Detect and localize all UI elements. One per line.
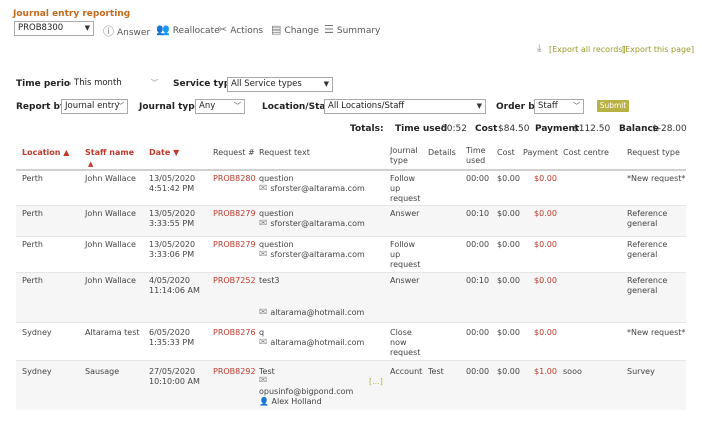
people-icon: 👥 bbox=[156, 23, 170, 36]
envelope-icon: ✉ bbox=[259, 218, 268, 229]
table-row[interactable]: Perth John Wallace 4/05/2020 11:14:06 AM… bbox=[16, 273, 686, 323]
email-link[interactable]: ✉ altarama@hotmail.com bbox=[259, 338, 364, 348]
download-icon: ⤓ bbox=[537, 43, 542, 54]
col-request-text[interactable]: Request text bbox=[259, 148, 310, 158]
col-staff-name[interactable]: Staff name bbox=[85, 148, 134, 158]
location-staff-label: Location/Staff bbox=[262, 102, 333, 112]
envelope-icon: ✉ bbox=[259, 183, 268, 194]
request-link[interactable]: PROB8280 bbox=[213, 174, 256, 184]
chevron-down-icon: ﹀ bbox=[117, 102, 124, 110]
reallocate-button[interactable]: 👥 Reallocate bbox=[156, 23, 220, 36]
table-row[interactable]: Perth John Wallace 13/05/2020 3:33:55 PM… bbox=[16, 206, 686, 237]
col-details[interactable]: Details bbox=[428, 148, 456, 158]
col-location[interactable]: Location ▲ bbox=[22, 148, 69, 158]
tools-icon: ✂ bbox=[218, 23, 228, 36]
request-link[interactable]: PROB8279 bbox=[213, 240, 256, 250]
info-icon: ⓘ bbox=[103, 25, 114, 38]
table-header: Location ▲ Staff name ▲ Date ▼ Request #… bbox=[16, 142, 686, 171]
sort-asc-icon: ▲ bbox=[88, 160, 94, 168]
export-page-link[interactable]: [Export this page] bbox=[622, 45, 694, 54]
chevron-down-icon: ﹀ bbox=[234, 102, 241, 110]
email-link[interactable]: opusinfo@bigpond.com bbox=[259, 387, 353, 397]
col-time-used[interactable]: Time used bbox=[466, 146, 486, 166]
person-icon: 👤 bbox=[259, 397, 269, 406]
request-select[interactable]: PROB8300 ▼ bbox=[14, 21, 94, 36]
email-link[interactable]: ✉ altarama@hotmail.com bbox=[259, 308, 364, 318]
col-payment[interactable]: Payment bbox=[523, 148, 558, 158]
envelope-icon: ✉ bbox=[259, 375, 268, 386]
chevron-down-icon: ▼ bbox=[84, 24, 90, 32]
envelope-icon: ✉ bbox=[259, 249, 268, 260]
more-link[interactable]: [...] bbox=[369, 377, 383, 387]
col-journal-type[interactable]: Journal type bbox=[390, 146, 418, 166]
journal-type-label: Journal type bbox=[139, 102, 201, 112]
email-link[interactable]: ✉ sforster@altarama.com bbox=[259, 184, 365, 194]
email-link[interactable]: ✉ sforster@altarama.com bbox=[259, 250, 365, 260]
col-cost-centre[interactable]: Cost centre bbox=[563, 148, 609, 158]
change-button[interactable]: ▤ Change bbox=[271, 23, 319, 36]
request-link[interactable]: PROB8292 bbox=[213, 367, 256, 377]
order-by-select[interactable]: Staff ﹀ bbox=[534, 99, 584, 114]
chevron-down-icon: ﹀ bbox=[573, 102, 580, 110]
journal-type-select[interactable]: Any ﹀ bbox=[195, 99, 245, 114]
totals-label: Totals: bbox=[350, 124, 384, 134]
submit-button[interactable]: Submit bbox=[597, 100, 629, 112]
edit-icon: ▤ bbox=[271, 23, 282, 36]
balance-value: $-28.00 bbox=[652, 124, 687, 134]
table-row[interactable]: Sydney Altarama test 6/05/2020 1:35:33 P… bbox=[16, 323, 686, 361]
time-period-label: Time period bbox=[16, 79, 77, 89]
cost-label: Cost bbox=[475, 124, 498, 134]
page-title: Journal entry reporting bbox=[13, 9, 131, 19]
time-period-select[interactable]: This month ﹀ bbox=[71, 77, 161, 92]
col-request-number[interactable]: Request # bbox=[213, 148, 255, 158]
table-row[interactable]: Perth John Wallace 13/05/2020 4:51:42 PM… bbox=[16, 171, 686, 206]
request-link[interactable]: PROB8279 bbox=[213, 209, 256, 219]
table-row[interactable]: Sydney Sausage 27/05/2020 10:10:00 AM PR… bbox=[16, 361, 686, 410]
chevron-down-icon: ▼ bbox=[476, 102, 482, 110]
envelope-icon: ✉ bbox=[259, 307, 268, 318]
export-all-link[interactable]: [Export all records] bbox=[549, 45, 626, 54]
actions-button[interactable]: ✂ Actions bbox=[218, 23, 263, 36]
location-staff-select[interactable]: All Locations/Staff ▼ bbox=[324, 99, 486, 114]
summary-icon: ☰ bbox=[324, 23, 334, 36]
time-used-value: 00:52 bbox=[441, 124, 467, 134]
report-by-select[interactable]: Journal entry ﹀ bbox=[61, 99, 128, 114]
contact-person[interactable]: 👤 Alex Holland bbox=[259, 397, 322, 407]
col-request-type[interactable]: Request type bbox=[627, 148, 680, 158]
email-link[interactable]: ✉ sforster@altarama.com bbox=[259, 219, 365, 229]
report-by-label: Report by bbox=[16, 102, 66, 112]
time-used-label: Time used bbox=[395, 124, 448, 134]
chevron-down-icon: ▼ bbox=[323, 80, 329, 88]
col-date[interactable]: Date ▼ bbox=[149, 148, 179, 158]
table-row[interactable]: Perth John Wallace 13/05/2020 3:33:06 PM… bbox=[16, 237, 686, 273]
cost-value: $84.50 bbox=[498, 124, 530, 134]
answer-button[interactable]: ⓘ Answer bbox=[103, 23, 150, 39]
col-cost[interactable]: Cost bbox=[497, 148, 515, 158]
payment-value: $112.50 bbox=[573, 124, 611, 134]
request-link[interactable]: PROB8276 bbox=[213, 328, 256, 338]
journal-table: Location ▲ Staff name ▲ Date ▼ Request #… bbox=[16, 142, 686, 410]
request-link[interactable]: PROB7252 bbox=[213, 276, 256, 286]
envelope-icon: ✉ bbox=[259, 337, 268, 348]
service-type-select[interactable]: All Service types ▼ bbox=[227, 77, 333, 92]
summary-button[interactable]: ☰ Summary bbox=[324, 23, 380, 36]
chevron-down-icon: ﹀ bbox=[151, 79, 158, 87]
